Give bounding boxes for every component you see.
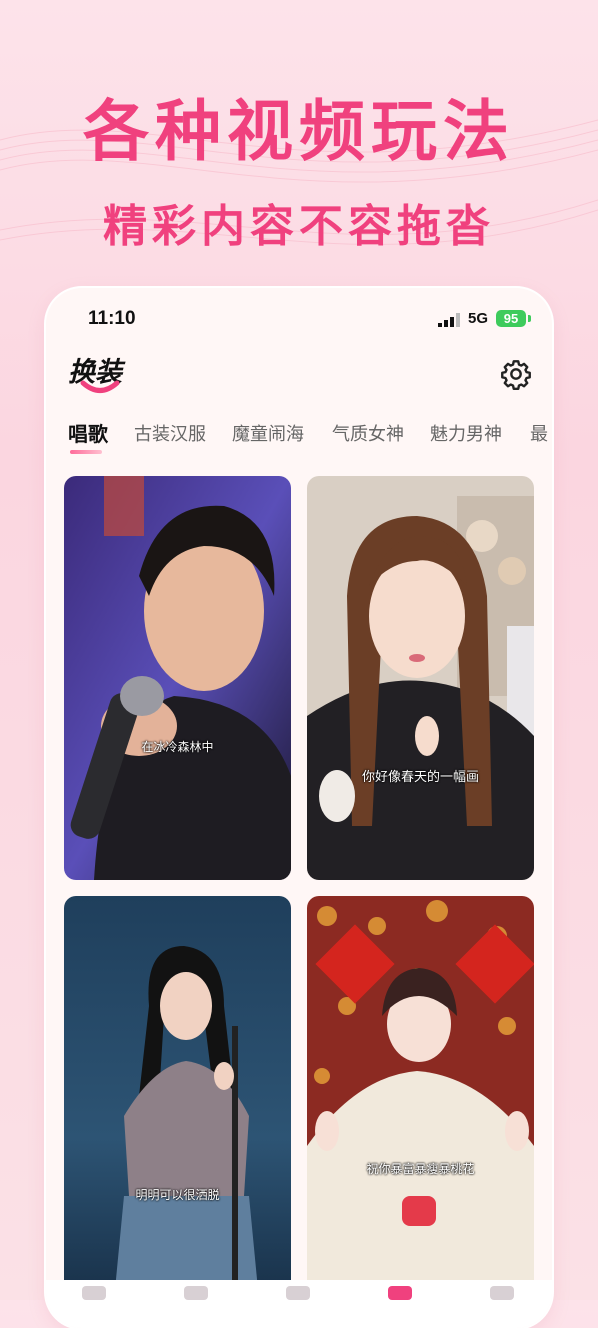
battery-icon: 95 <box>496 310 526 327</box>
video-thumbnail <box>307 896 534 1300</box>
video-caption: 祝你暴富暴瘦暴桃花 <box>366 1162 475 1176</box>
home-icon[interactable] <box>82 1286 106 1300</box>
network-label: 5G <box>468 310 489 327</box>
gear-icon[interactable] <box>500 358 532 390</box>
promo-subheadline: 精彩内容不容拖沓 <box>103 201 495 252</box>
video-caption: 明明可以很洒脱 <box>135 1188 220 1202</box>
bottom-nav <box>46 1280 552 1328</box>
category-tabs: 唱歌 古装汉服 魔童闹海 气质女神 魅力男神 最 <box>46 416 552 456</box>
smile-icon <box>80 380 120 393</box>
profile-icon[interactable] <box>490 1286 514 1300</box>
battery-cap <box>528 315 531 322</box>
video-icon[interactable] <box>388 1286 412 1300</box>
video-card-2[interactable]: 你好像春天的一幅画 <box>307 476 534 880</box>
app-logo: 换装 <box>66 350 136 400</box>
video-thumbnail <box>64 896 291 1300</box>
tab-indicator <box>70 450 102 454</box>
tab-demon-child[interactable]: 魔童闹海 <box>232 420 304 446</box>
tab-handsome-men[interactable]: 魅力男神 <box>430 420 502 446</box>
template-icon[interactable] <box>286 1286 310 1300</box>
video-caption: 你好像春天的一幅画 <box>361 770 479 785</box>
tab-latest[interactable]: 最 <box>530 420 548 446</box>
video-card-3[interactable]: 明明可以很洒脱 <box>64 896 291 1300</box>
video-card-4[interactable]: 祝你暴富暴瘦暴桃花 <box>307 896 534 1300</box>
tab-singing[interactable]: 唱歌 <box>68 418 108 447</box>
video-card-1[interactable]: 在冰冷森林中 <box>64 476 291 880</box>
video-thumbnail <box>64 476 291 880</box>
tab-ancient-costume[interactable]: 古装汉服 <box>134 420 206 446</box>
status-time: 11:10 <box>88 308 136 329</box>
app-bar: 换装 <box>46 350 552 402</box>
video-caption: 在冰冷森林中 <box>141 740 214 754</box>
video-thumbnail <box>307 476 534 880</box>
signal-icon <box>438 313 460 327</box>
tab-goddess[interactable]: 气质女神 <box>332 420 404 446</box>
phone-screen: 11:10 5G 95 换装 唱歌 古装汉服 魔童闹海 气质女神 魅力男神 最 <box>46 288 552 1328</box>
avatar-icon[interactable] <box>184 1286 208 1300</box>
promo-headline: 各种视频玩法 <box>83 93 515 170</box>
status-bar: 11:10 5G 95 <box>46 288 552 348</box>
